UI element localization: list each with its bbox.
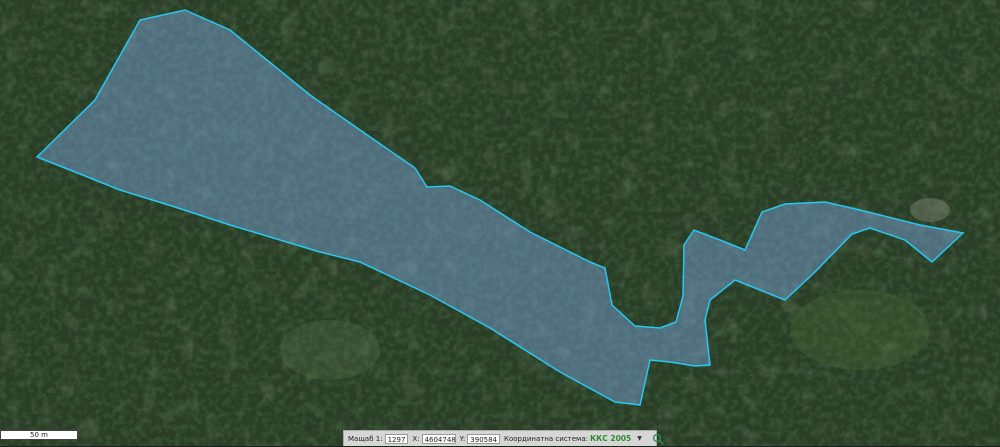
crs-label: Координатна система: xyxy=(504,434,588,443)
scale-input[interactable]: 1297 xyxy=(384,433,409,444)
crs-selector[interactable]: ККС 2005 xyxy=(590,434,631,443)
scale-bar: 50 m xyxy=(0,430,78,440)
satellite-map[interactable] xyxy=(0,0,1000,446)
scale-bar-label: 50 m xyxy=(30,431,48,439)
scale-label: Мащаб 1: xyxy=(348,434,383,443)
y-label: Y: xyxy=(459,434,466,443)
x-coordinate-field: 4604748 xyxy=(421,433,456,444)
coordinate-status-bar: Мащаб 1: 1297 X: 4604748 Y: 390584 Коорд… xyxy=(343,430,664,446)
x-label: X: xyxy=(412,434,420,443)
y-coordinate-field: 390584 xyxy=(467,433,501,444)
search-icon[interactable] xyxy=(652,433,664,445)
chevron-down-icon[interactable]: ▼ xyxy=(637,435,642,442)
